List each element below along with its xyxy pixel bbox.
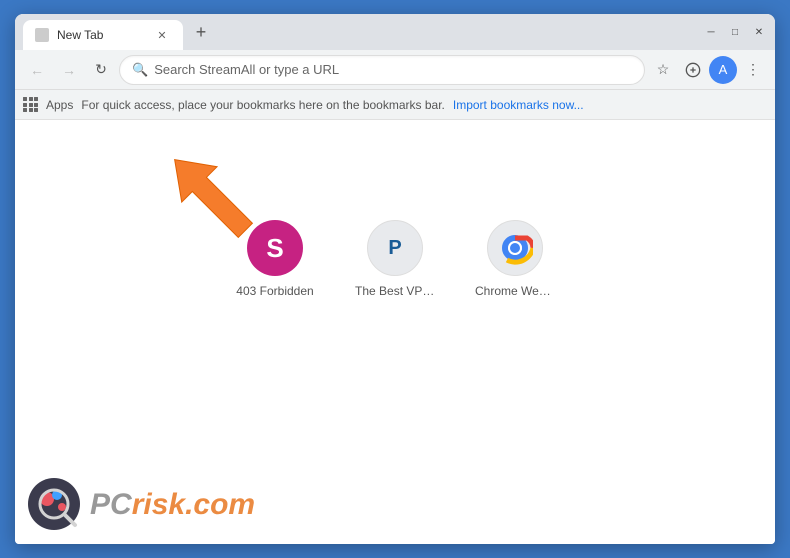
toolbar-right-icons: ☆ A ⋮: [649, 56, 767, 84]
pcrisk-brand-text: PCrisk.com: [90, 488, 255, 522]
shortcuts-area: S 403 Forbidden P The Best VPN S...: [235, 220, 555, 298]
shortcut-label-forbidden: 403 Forbidden: [236, 284, 313, 298]
search-icon: 🔍: [132, 62, 148, 78]
orange-arrow-icon: [155, 140, 265, 250]
title-bar: New Tab ✕ + ─ □ ✕: [15, 14, 775, 50]
forward-button[interactable]: →: [55, 56, 83, 84]
extension-button[interactable]: [679, 56, 707, 84]
arrow-annotation: [155, 140, 275, 260]
close-button[interactable]: ✕: [751, 24, 767, 40]
shortcut-item-vpn[interactable]: P The Best VPN S...: [355, 220, 435, 298]
pcrisk-pc: PC: [90, 488, 132, 521]
profile-button[interactable]: A: [709, 56, 737, 84]
minimize-button[interactable]: ─: [703, 24, 719, 40]
tab-close-button[interactable]: ✕: [153, 26, 171, 44]
pcrisk-dot-com: .com: [185, 488, 255, 521]
shortcut-label-vpn: The Best VPN S...: [355, 284, 435, 298]
shortcut-label-chrome: Chrome Web St...: [475, 284, 555, 298]
bookmarks-hint-text: For quick access, place your bookmarks h…: [81, 98, 445, 112]
browser-window: New Tab ✕ + ─ □ ✕ ← → ↻ 🔍 Search StreamA…: [15, 14, 775, 544]
apps-label[interactable]: Apps: [46, 98, 73, 112]
window-controls: ─ □ ✕: [703, 24, 767, 40]
active-tab[interactable]: New Tab ✕: [23, 20, 183, 50]
new-tab-button[interactable]: +: [187, 18, 215, 46]
shortcut-item-chrome[interactable]: Chrome Web St...: [475, 220, 555, 298]
import-bookmarks-link[interactable]: Import bookmarks now...: [453, 98, 584, 112]
shortcut-icon-chrome: [487, 220, 543, 276]
back-button[interactable]: ←: [23, 56, 51, 84]
main-content: S 403 Forbidden P The Best VPN S...: [15, 120, 775, 544]
bookmarks-bar: Apps For quick access, place your bookma…: [15, 90, 775, 120]
toolbar: ← → ↻ 🔍 Search StreamAll or type a URL ☆…: [15, 50, 775, 90]
pcrisk-logo-icon: [27, 477, 82, 532]
apps-grid-icon: [23, 97, 38, 112]
shortcut-icon-vpn: P: [367, 220, 423, 276]
reload-button[interactable]: ↻: [87, 56, 115, 84]
tabs-area: New Tab ✕ +: [23, 14, 703, 50]
bookmark-star-button[interactable]: ☆: [649, 56, 677, 84]
tab-favicon: [35, 28, 49, 42]
address-text: Search StreamAll or type a URL: [154, 62, 632, 77]
tab-title: New Tab: [57, 28, 145, 42]
address-bar[interactable]: 🔍 Search StreamAll or type a URL: [119, 55, 645, 85]
pcrisk-risk: risk: [132, 488, 185, 521]
menu-button[interactable]: ⋮: [739, 56, 767, 84]
watermark: PCrisk.com: [27, 477, 255, 532]
maximize-button[interactable]: □: [727, 24, 743, 40]
